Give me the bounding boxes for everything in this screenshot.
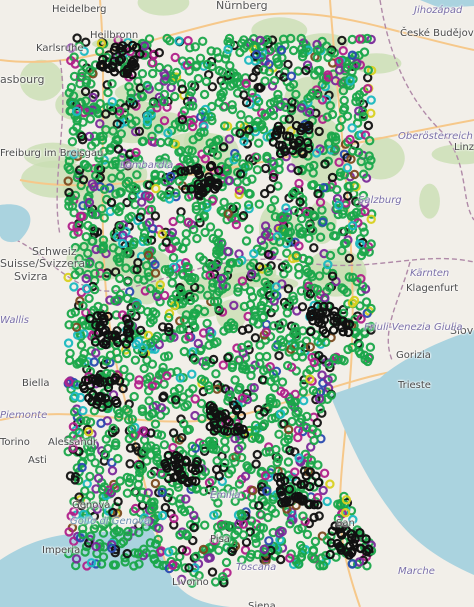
- place-label: Emilia: [210, 490, 241, 501]
- place-label: Oberösterreich: [398, 131, 473, 142]
- place-label: Asti: [28, 455, 47, 466]
- place-label: Golfo di Genova: [70, 516, 151, 527]
- place-label: Karlsruhe: [36, 43, 84, 54]
- place-label: Suisse/Svizzera: [0, 257, 86, 270]
- place-label: asbourg: [0, 73, 45, 86]
- place-label: Marche: [398, 566, 435, 577]
- forest-patch: [419, 183, 440, 219]
- place-label: Klagenfurt: [406, 283, 459, 294]
- place-label: Torino: [0, 437, 30, 448]
- place-label: Siena: [248, 601, 276, 607]
- place-label: Livorno: [172, 577, 209, 588]
- place-label: Nürnberg: [216, 0, 268, 12]
- place-label: Svizra: [14, 270, 48, 283]
- place-label: Imperia: [42, 545, 81, 556]
- place-label: Friuli-Venezia Giulia: [364, 322, 463, 333]
- place-label: Genova: [72, 500, 111, 511]
- place-label: Salzburg: [358, 195, 402, 206]
- place-label: Lombardia: [120, 160, 174, 171]
- place-label: Biella: [22, 378, 50, 389]
- place-label: Toscana: [236, 562, 277, 573]
- place-label: Trieste: [398, 380, 431, 391]
- place-label: Jihozápad: [414, 5, 463, 16]
- place-label: Piemonte: [0, 410, 48, 421]
- place-label: Freiburg im Breisgau: [0, 148, 104, 159]
- place-label: Alessandr: [48, 437, 98, 448]
- place-label: Schweiz: [32, 245, 77, 258]
- place-label: České Budějov: [400, 28, 474, 39]
- place-label: Pisa: [210, 534, 230, 545]
- place-label: Heidelberg: [52, 4, 107, 15]
- place-label: San: [336, 518, 355, 529]
- place-label: Heilbronn: [90, 30, 139, 41]
- place-label: Gorizia: [396, 350, 431, 361]
- place-label: Linz: [454, 142, 474, 153]
- place-label: Kärnten: [410, 268, 450, 279]
- place-label: Wallis: [0, 315, 30, 326]
- map-view[interactable]: Heidelberg Nürnberg Jihozápad Karlsruhe Heil…: [0, 0, 474, 607]
